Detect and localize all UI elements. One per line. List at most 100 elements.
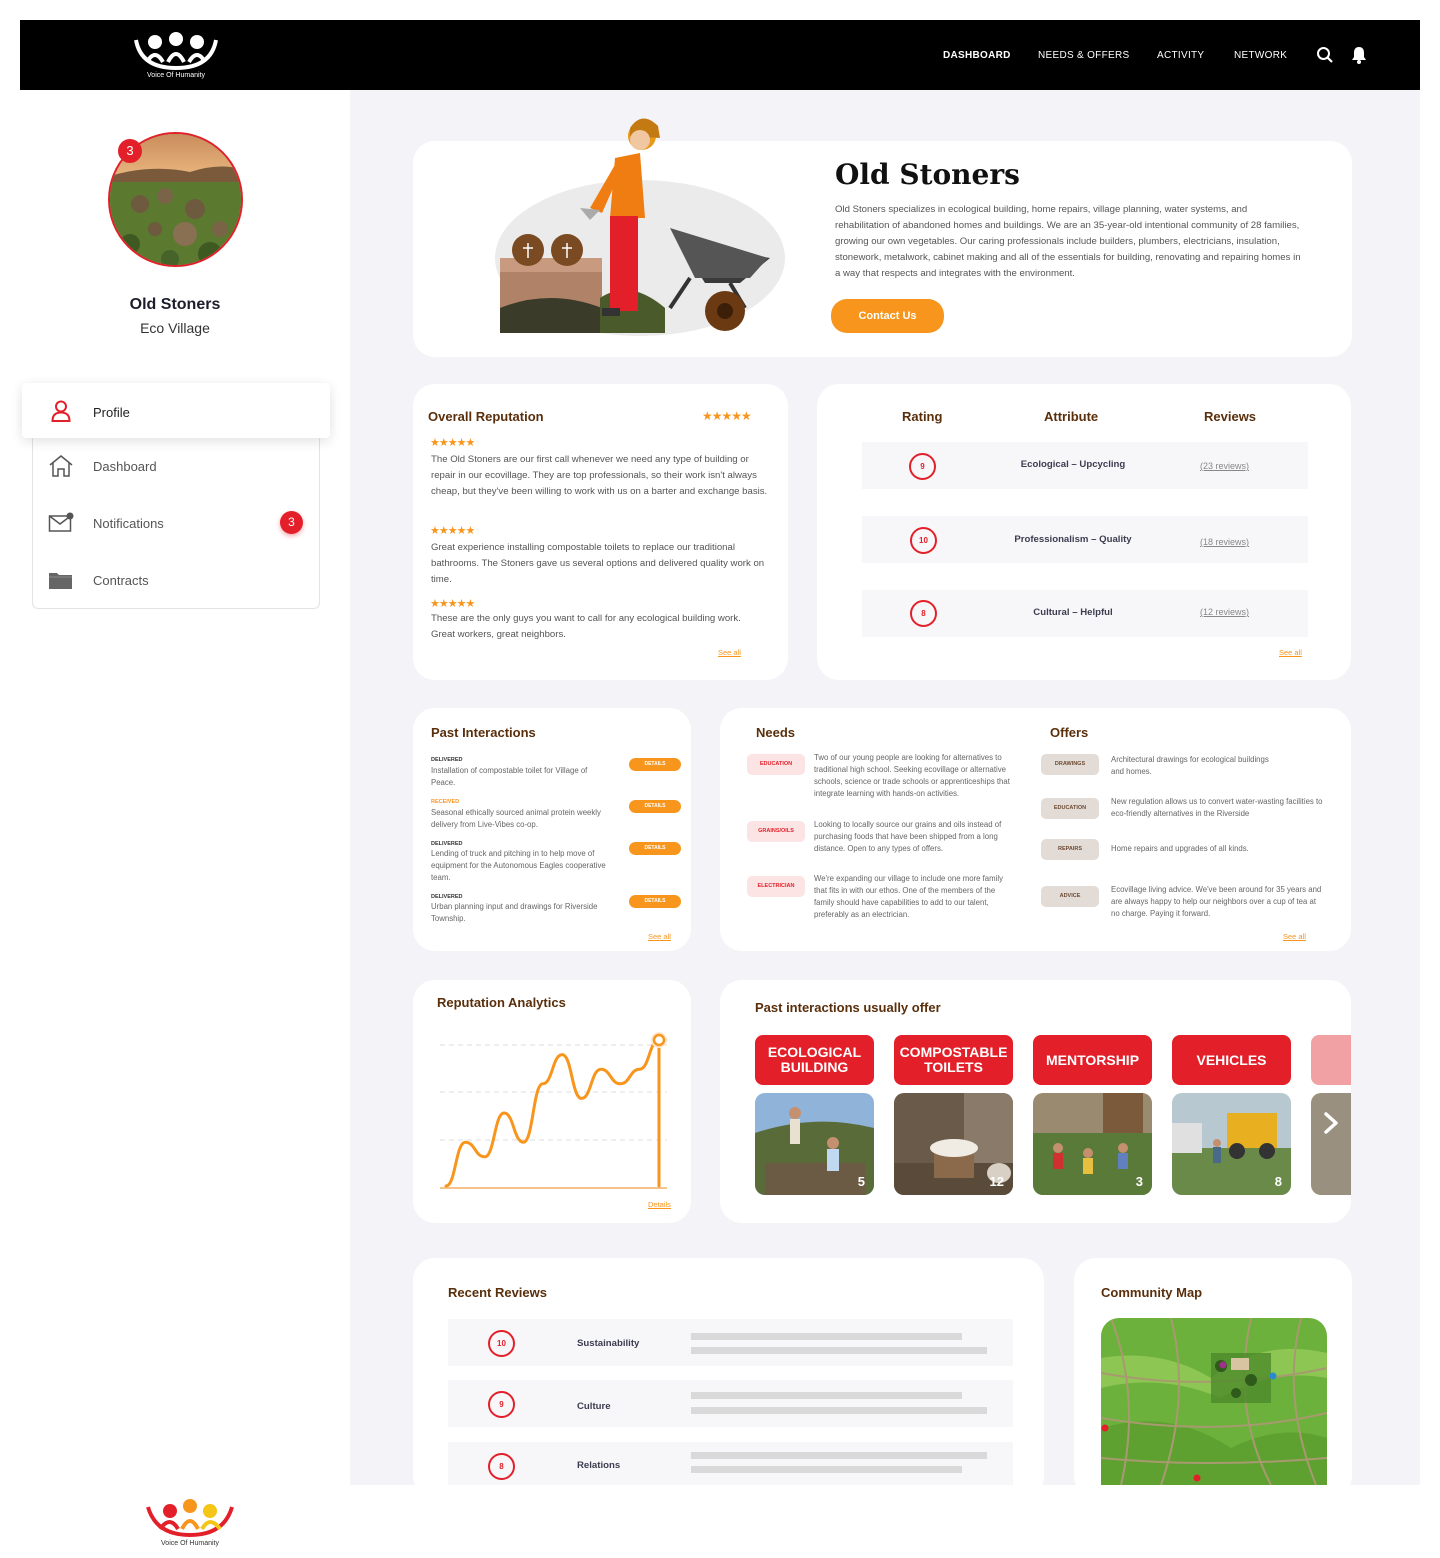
brand-logo[interactable]: Voice Of Humanity: [133, 28, 223, 82]
community-map-title: Community Map: [1101, 1285, 1203, 1300]
offer-tag[interactable]: EDUCATION: [1041, 798, 1099, 819]
attribute-column-header: Attribute: [1044, 409, 1099, 424]
offer-category-label[interactable]: COMPOSTABLE TOILETS: [894, 1035, 1013, 1085]
past-interactions-title: Past Interactions: [431, 725, 536, 740]
rating-reviews-link[interactable]: (12 reviews): [1200, 607, 1249, 617]
recent-review-row: [448, 1380, 1013, 1427]
offer-tag[interactable]: ADVICE: [1041, 886, 1099, 907]
recent-review-rating: 10: [488, 1330, 515, 1357]
sidebar-item-dashboard[interactable]: Dashboard: [93, 459, 157, 474]
community-map[interactable]: [1101, 1318, 1327, 1485]
contact-us-button[interactable]: Contact Us: [831, 299, 944, 333]
analytics-title: Reputation Analytics: [437, 995, 566, 1010]
review-stars: ★★★★★: [430, 437, 475, 449]
rating-attribute: Professionalism – Quality: [1014, 534, 1132, 545]
review-stars: ★★★★★: [430, 525, 475, 537]
review-text: The Old Stoners are our first call whene…: [431, 454, 768, 497]
rating-reviews-link[interactable]: (23 reviews): [1200, 461, 1249, 471]
offer-category-partial[interactable]: [1311, 1035, 1351, 1085]
offer-category-count: 5: [857, 1174, 865, 1189]
ratings-see-all-link[interactable]: See all: [1279, 648, 1302, 657]
need-text: Two of our young people are looking for …: [814, 753, 1010, 798]
page: Voice Of Humanity DASHBOARD NEEDS & OFFE…: [0, 0, 1440, 1558]
reviews-column-header: Reviews: [1204, 409, 1257, 424]
footer-brand-name: Voice Of Humanity: [161, 1540, 219, 1547]
offer-category-label[interactable]: ECOLOGICAL BUILDING: [755, 1035, 874, 1085]
recent-review-row: [448, 1319, 1013, 1366]
map-pin-icon: [1269, 1372, 1277, 1380]
review-stars: ★★★★★: [430, 598, 475, 610]
offer-category-image[interactable]: 5: [755, 1093, 874, 1195]
interaction-details-button[interactable]: DETAILS: [629, 895, 681, 908]
offer-category-image[interactable]: 3: [1033, 1093, 1152, 1195]
rating-attribute: Cultural – Helpful: [1033, 607, 1113, 618]
sidebar-item-contracts[interactable]: Contracts: [93, 573, 149, 588]
interaction-details-button[interactable]: DETAILS: [629, 758, 681, 771]
footer-logo[interactable]: Voice Of Humanity: [146, 1495, 236, 1550]
review-text: Great experience installing compostable …: [431, 542, 765, 585]
logo-hands-icon: [134, 32, 218, 71]
offer-category-count: 8: [1274, 1174, 1282, 1189]
recent-review-label: Culture: [577, 1401, 611, 1412]
map-pin-icon: [1101, 1424, 1109, 1432]
review-placeholder-bar: [691, 1407, 987, 1414]
review-placeholder-bar: [691, 1392, 962, 1399]
analytics-details-link[interactable]: Details: [648, 1200, 671, 1209]
needs-offers-see-all-link[interactable]: See all: [1283, 932, 1306, 941]
interaction-text: Seasonal ethically sourced animal protei…: [431, 808, 601, 829]
need-tag[interactable]: ELECTRICIAN: [747, 876, 805, 897]
recent-review-rating: 9: [488, 1391, 515, 1418]
offer-tag[interactable]: DRAWINGS: [1041, 754, 1099, 775]
review-text: These are the only guys you want to call…: [431, 613, 741, 640]
offer-category-image[interactable]: 8: [1172, 1093, 1291, 1195]
interaction-details-button[interactable]: DETAILS: [629, 800, 681, 813]
sidebar-item-notifications[interactable]: Notifications: [93, 516, 164, 531]
rating-column-header: Rating: [902, 409, 943, 424]
offer-category-label[interactable]: VEHICLES: [1172, 1035, 1291, 1085]
nav-needs-offers[interactable]: NEEDS & OFFERS: [1038, 50, 1129, 61]
reputation-line-chart: [440, 1032, 667, 1189]
worker-wheelbarrow-illustration: [495, 118, 785, 336]
home-icon[interactable]: [48, 454, 74, 478]
review-placeholder-bar: [691, 1452, 987, 1459]
review-placeholder-bar: [691, 1466, 962, 1473]
bell-icon[interactable]: [1351, 46, 1367, 64]
rating-circle: 10: [910, 527, 937, 554]
interaction-status: RECEIVED: [431, 799, 460, 805]
hero-description: Old Stoners specializes in ecological bu…: [835, 204, 1301, 279]
need-tag[interactable]: EDUCATION: [747, 754, 805, 775]
user-icon: [51, 400, 71, 422]
nav-dashboard[interactable]: DASHBOARD: [943, 50, 1011, 61]
interaction-details-button[interactable]: DETAILS: [629, 842, 681, 855]
offer-text: Architectural drawings for ecological bu…: [1111, 755, 1269, 776]
need-tag[interactable]: GRAINS/OILS: [747, 821, 805, 842]
nav-network[interactable]: NETWORK: [1234, 50, 1287, 61]
reputation-title: Overall Reputation: [428, 409, 544, 424]
sidebar-item-label-profile: Profile: [93, 405, 130, 420]
offer-category-partial-image[interactable]: [1311, 1093, 1351, 1195]
notifications-badge: 3: [280, 511, 303, 534]
chart-series-line: [444, 1038, 661, 1188]
rating-circle: 9: [909, 453, 936, 480]
recent-review-label: Sustainability: [577, 1338, 640, 1349]
mail-icon[interactable]: [48, 512, 74, 534]
rating-reviews-link[interactable]: (18 reviews): [1200, 537, 1249, 547]
offer-category-image[interactable]: 12: [894, 1093, 1013, 1195]
past-interactions-see-all-link[interactable]: See all: [648, 932, 671, 941]
org-type: Eco Village: [140, 320, 210, 336]
chevron-right-icon[interactable]: [1322, 1112, 1340, 1134]
offer-category-label[interactable]: MENTORSHIP: [1033, 1035, 1152, 1085]
map-view: [1101, 1318, 1327, 1485]
folder-icon[interactable]: [48, 569, 74, 591]
nav-activity[interactable]: ACTIVITY: [1157, 50, 1204, 61]
map-pin-icon: [1219, 1361, 1227, 1369]
offer-text: Ecovillage living advice. We've been aro…: [1111, 885, 1322, 918]
offers-title: Offers: [1050, 725, 1089, 740]
rating-circle: 8: [910, 600, 937, 627]
offer-category-count: 3: [1135, 1174, 1143, 1189]
avatar-notification-badge: 3: [118, 139, 142, 163]
search-icon[interactable]: [1316, 46, 1334, 64]
offer-tag[interactable]: REPAIRS: [1041, 839, 1099, 860]
chart-point-latest: [652, 1033, 666, 1047]
reputation-see-all-link[interactable]: See all: [718, 648, 741, 657]
